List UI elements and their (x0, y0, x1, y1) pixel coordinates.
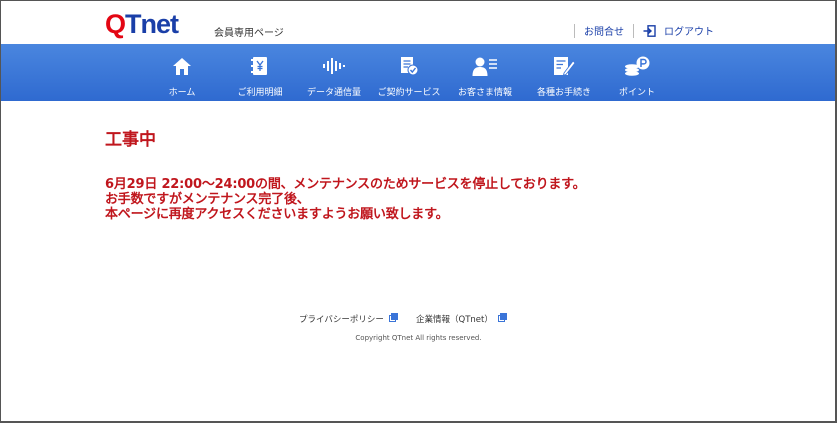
privacy-policy-label: プライバシーポリシー (299, 315, 384, 325)
external-link-icon (388, 313, 398, 325)
nav-item-home[interactable]: ホーム (159, 44, 205, 101)
divider (574, 23, 575, 38)
privacy-policy-link[interactable]: プライバシーポリシー (299, 313, 398, 325)
company-info-label: 企業情報（QTnet） (416, 315, 493, 325)
qtnet-logo[interactable]: QTnet (105, 9, 179, 39)
page-title: 工事中 (105, 130, 156, 150)
nav-label: ご利用明細 (237, 88, 283, 98)
logo-t: T (125, 9, 141, 39)
company-info-link[interactable]: 企業情報（QTnet） (416, 313, 507, 325)
nav-item-procedures[interactable]: 各種お手続き (534, 44, 594, 101)
data-wave-icon (322, 55, 346, 77)
nav-label: 各種お手続き (536, 88, 591, 98)
contract-icon (399, 55, 419, 77)
nav-item-data-usage[interactable]: データ通信量 (304, 44, 364, 101)
external-link-icon (497, 313, 507, 325)
home-icon (172, 55, 192, 77)
contact-link[interactable]: お問合せ (584, 23, 624, 38)
site-header: QTnet 会員専用ページ お問合せ ログアウト (1, 1, 835, 44)
member-page-subtitle: 会員専用ページ (214, 28, 284, 39)
divider (633, 23, 634, 38)
logo-q: Q (105, 9, 126, 39)
maintenance-message-line: 本ページに再度アクセスくださいますようお願い致します。 (105, 207, 449, 222)
nav-item-contract[interactable]: ご契約サービス (374, 44, 444, 101)
nav-label: ポイント (618, 88, 655, 98)
yen-statement-icon (251, 55, 269, 77)
customer-icon (472, 55, 498, 77)
nav-label: お客さま情報 (457, 88, 512, 98)
logo-net: net (140, 9, 179, 39)
nav-item-customer-info[interactable]: お客さま情報 (455, 44, 515, 101)
logout-icon[interactable] (643, 24, 657, 37)
procedure-icon (553, 55, 575, 77)
nav-label: ご契約サービス (377, 88, 441, 98)
header-links: お問合せ ログアウト (574, 23, 714, 38)
copyright-text: Copyright QTnet All rights reserved. (355, 334, 482, 342)
nav-label: データ通信量 (306, 88, 361, 98)
logout-link[interactable]: ログアウト (664, 23, 714, 38)
nav-item-statement[interactable]: ご利用明細 (232, 44, 288, 101)
nav-item-points[interactable]: ポイント (612, 44, 662, 101)
nav-label: ホーム (168, 88, 196, 98)
main-nav: ホーム ご利用明細 データ通信量 ご契約サービス お客さま情報 各種お手続き ポ… (1, 44, 835, 101)
point-coin-icon (624, 55, 650, 77)
